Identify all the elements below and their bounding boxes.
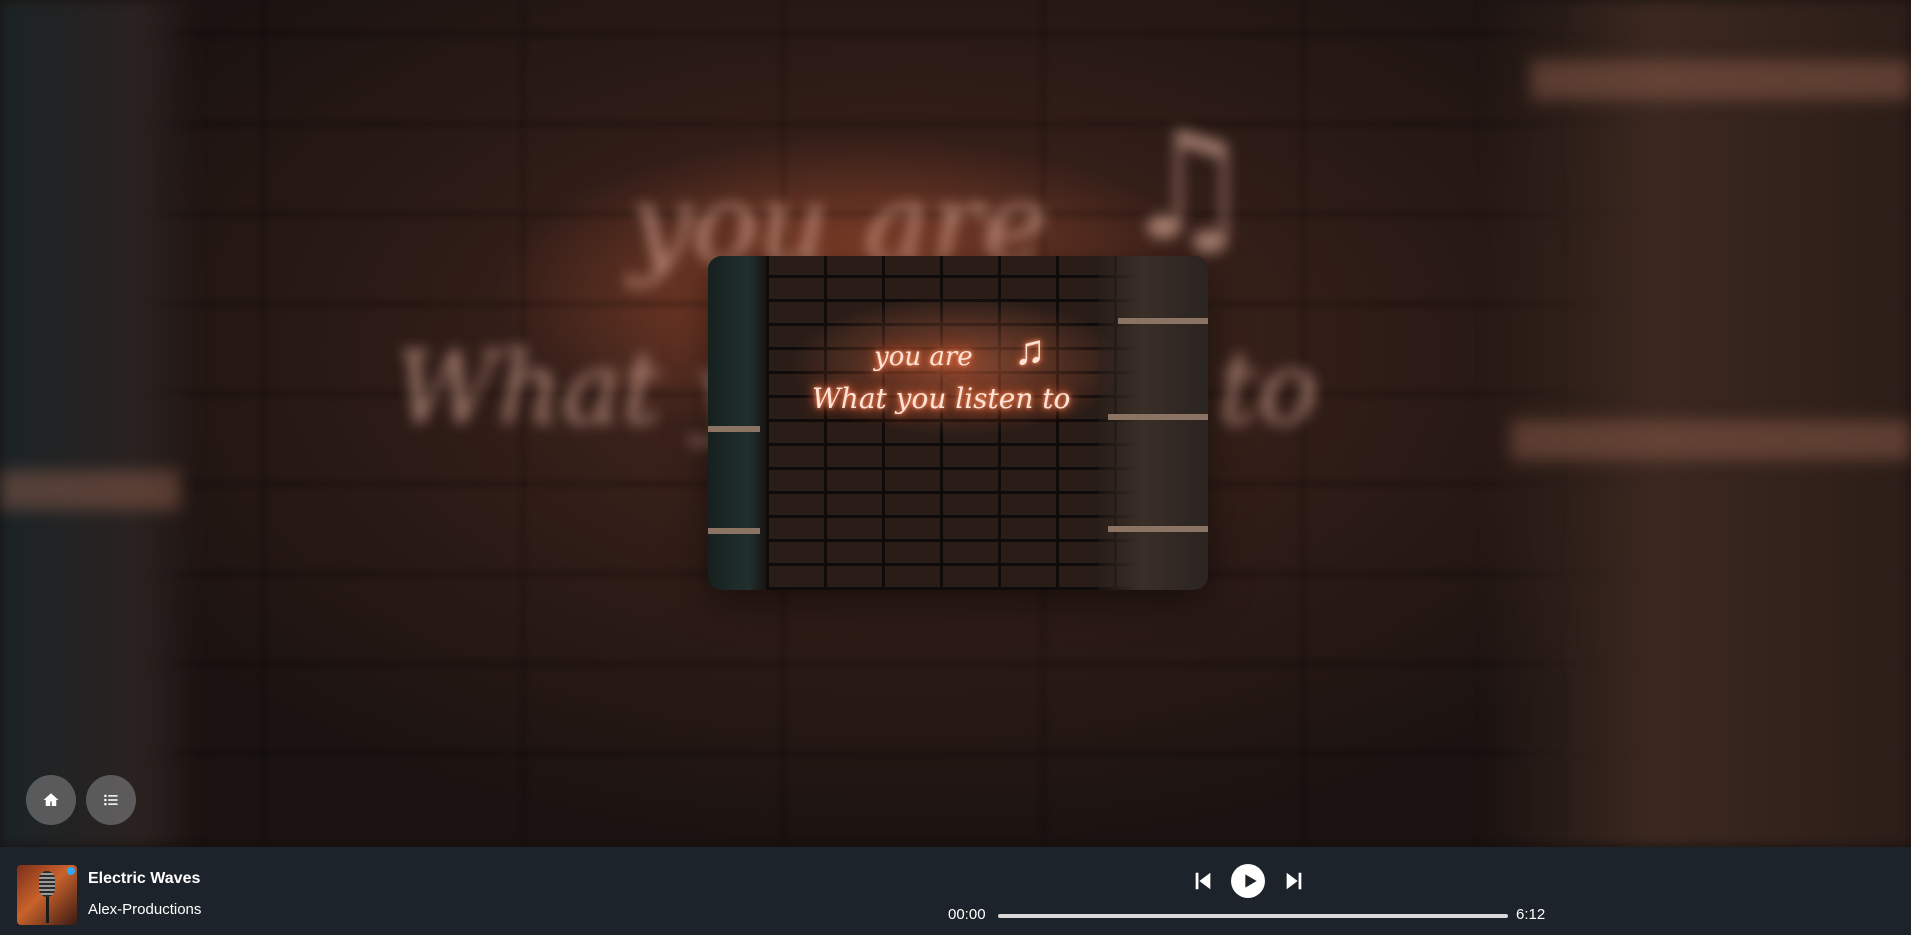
play-button[interactable] xyxy=(1231,864,1265,898)
artwork-left-shelf xyxy=(708,256,766,590)
home-icon xyxy=(43,793,59,806)
previous-button[interactable] xyxy=(1192,870,1214,892)
album-artwork: you are ♫ What you listen to xyxy=(708,256,1208,590)
neon-music-note-icon: ♫ xyxy=(1014,326,1046,373)
previous-icon xyxy=(1195,872,1211,890)
background-shelf-board xyxy=(0,470,180,510)
background-shelf-board xyxy=(1531,60,1911,100)
current-time: 00:00 xyxy=(948,906,986,923)
background-neon-note: ♫ xyxy=(1120,100,1255,274)
microphone-stand xyxy=(46,897,49,923)
play-icon xyxy=(1244,874,1257,888)
playlist-button[interactable] xyxy=(86,775,136,825)
progress-slider[interactable] xyxy=(998,914,1508,918)
track-thumbnail[interactable] xyxy=(17,865,77,925)
next-button[interactable] xyxy=(1283,870,1305,892)
duration-time: 6:12 xyxy=(1516,906,1546,923)
home-button[interactable] xyxy=(26,775,76,825)
status-dot xyxy=(67,867,75,875)
artwork-shelf-board xyxy=(708,426,760,432)
neon-text-line1: you are xyxy=(874,342,973,372)
artwork-shelf-board xyxy=(1108,526,1208,532)
list-icon xyxy=(104,794,118,806)
artwork-shelf-board xyxy=(708,528,760,534)
track-title: Electric Waves xyxy=(88,870,201,887)
artwork-right-shelf xyxy=(1098,256,1208,590)
next-icon xyxy=(1286,872,1302,890)
track-artist: Alex-Productions xyxy=(88,901,202,918)
artwork-shelf-board xyxy=(1108,414,1208,420)
microphone-icon xyxy=(39,871,55,897)
artwork-shelf-board xyxy=(1118,318,1208,324)
background-shelf-board xyxy=(1511,420,1911,460)
background-left-shelf xyxy=(0,0,200,847)
neon-text-line2: What you listen to xyxy=(812,382,1071,415)
